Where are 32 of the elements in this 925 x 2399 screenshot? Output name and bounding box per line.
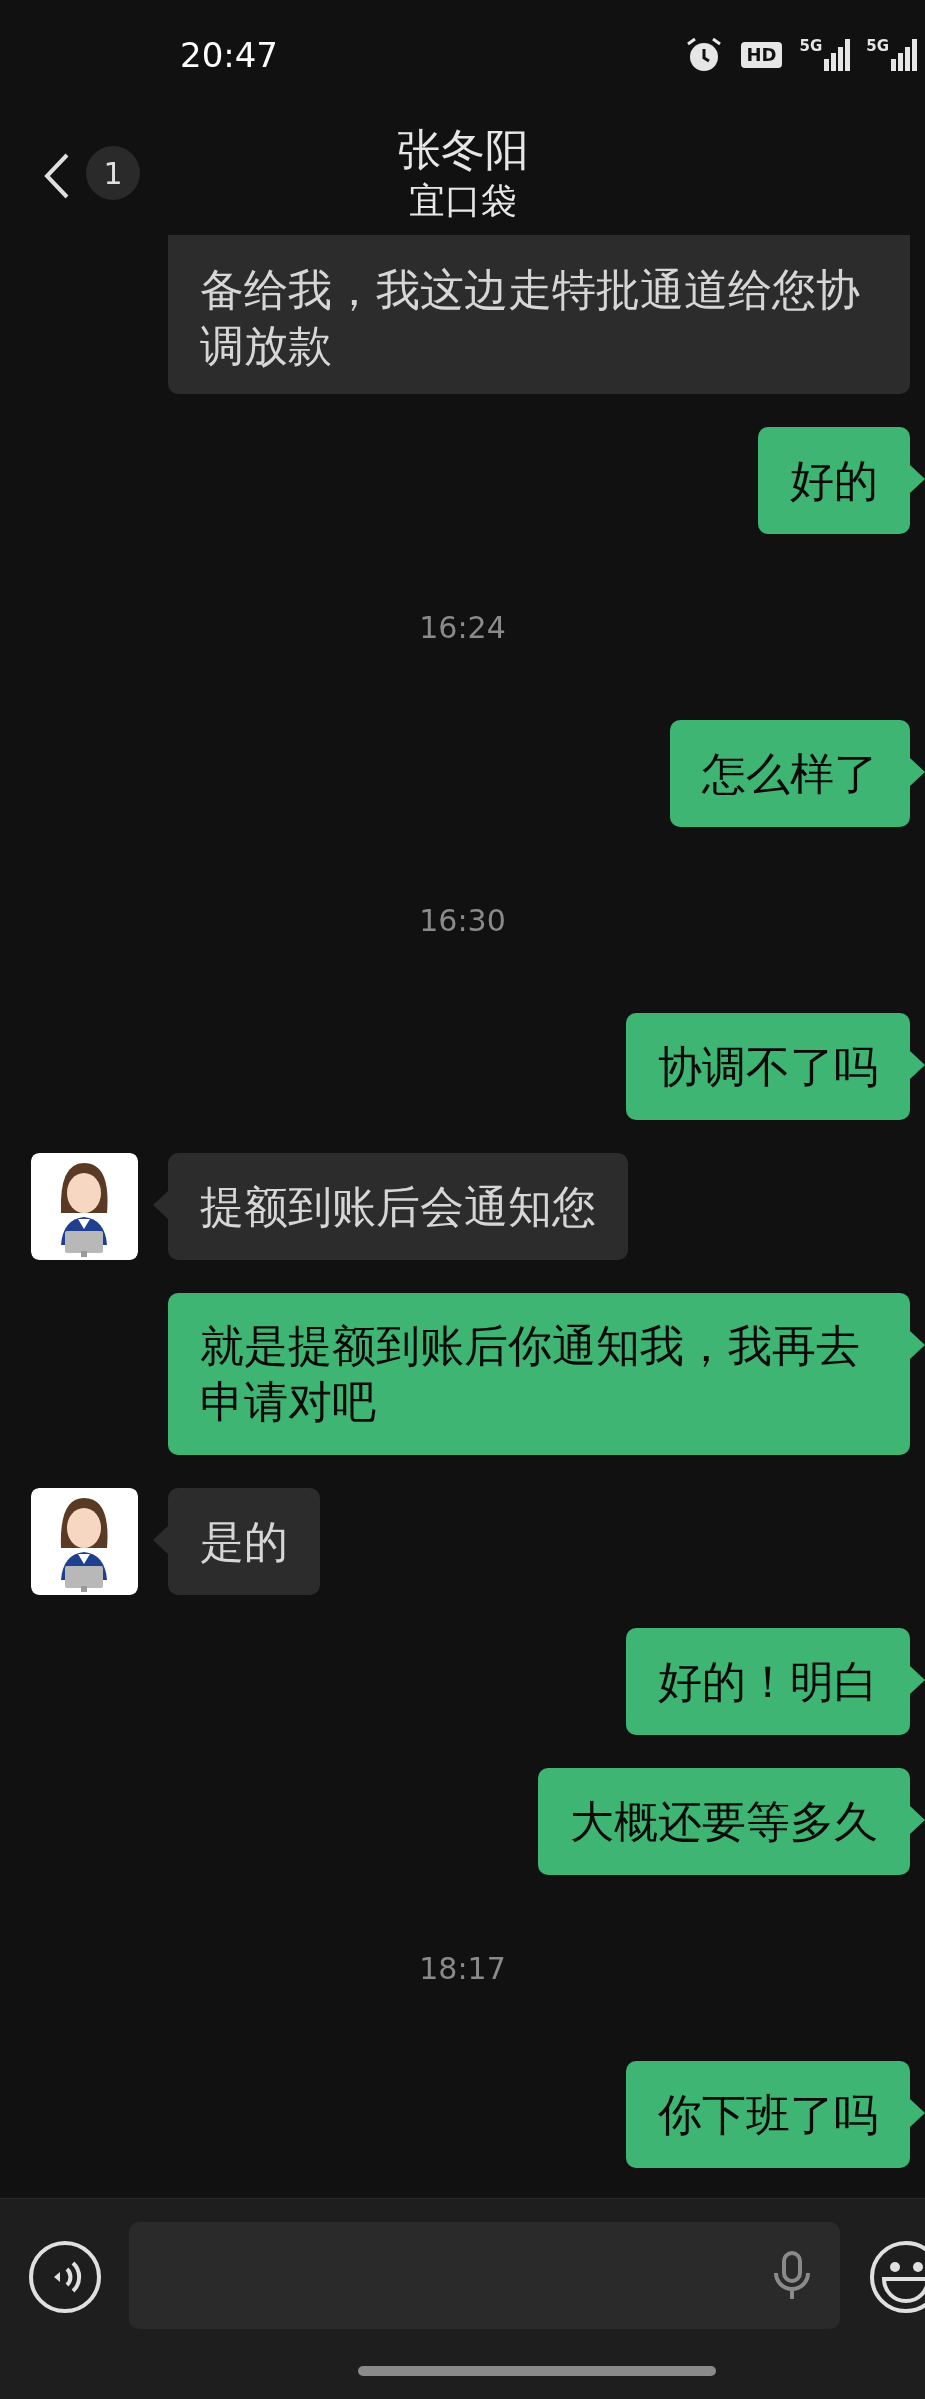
message-bubble: 提额到账后会通知您 [168, 1153, 628, 1260]
bubble-tail [910, 1806, 925, 1834]
microphone-icon[interactable] [772, 2251, 812, 2301]
message-bubble: 协调不了吗 [626, 1013, 910, 1120]
message-bubble: 好的！明白 [626, 1628, 910, 1735]
message-bubble: 大概还要等多久 [538, 1768, 910, 1875]
clock-time: 20:47 [180, 33, 278, 77]
bubble-tail [910, 1331, 925, 1359]
message-bubble: 你下班了吗 [626, 2061, 910, 2168]
voice-icon[interactable] [27, 2239, 103, 2315]
timestamp: 16:30 [419, 901, 506, 940]
hd-badge: HD [741, 42, 782, 68]
message-input-field[interactable] [129, 2222, 840, 2329]
bubble-tail [153, 1191, 168, 1219]
chat-title: 张冬阳 [396, 122, 529, 177]
message-bubble: 就是提额到账后你通知我，我再去申请对吧 [168, 1293, 910, 1455]
timestamp: 18:17 [419, 1949, 506, 1988]
unread-count-badge: 1 [86, 146, 140, 200]
bubble-tail [910, 2099, 925, 2127]
bubble-tail [910, 758, 925, 786]
back-icon[interactable] [44, 152, 70, 200]
chat-subtitle: 宜口袋 [408, 178, 517, 223]
timestamp: 16:24 [419, 608, 506, 647]
bubble-tail [910, 465, 925, 493]
emoji-icon[interactable] [868, 2239, 925, 2315]
bubble-tail [910, 1666, 925, 1694]
message-bubble: 怎么样了 [670, 720, 910, 827]
message-bubble: 好的 [758, 427, 910, 534]
message-bubble: 是的 [168, 1488, 320, 1595]
bubble-tail [153, 1526, 168, 1554]
bubble-tail [910, 1051, 925, 1079]
message-bubble: 备给我，我这边走特批通道给您协调放款 [168, 235, 910, 394]
